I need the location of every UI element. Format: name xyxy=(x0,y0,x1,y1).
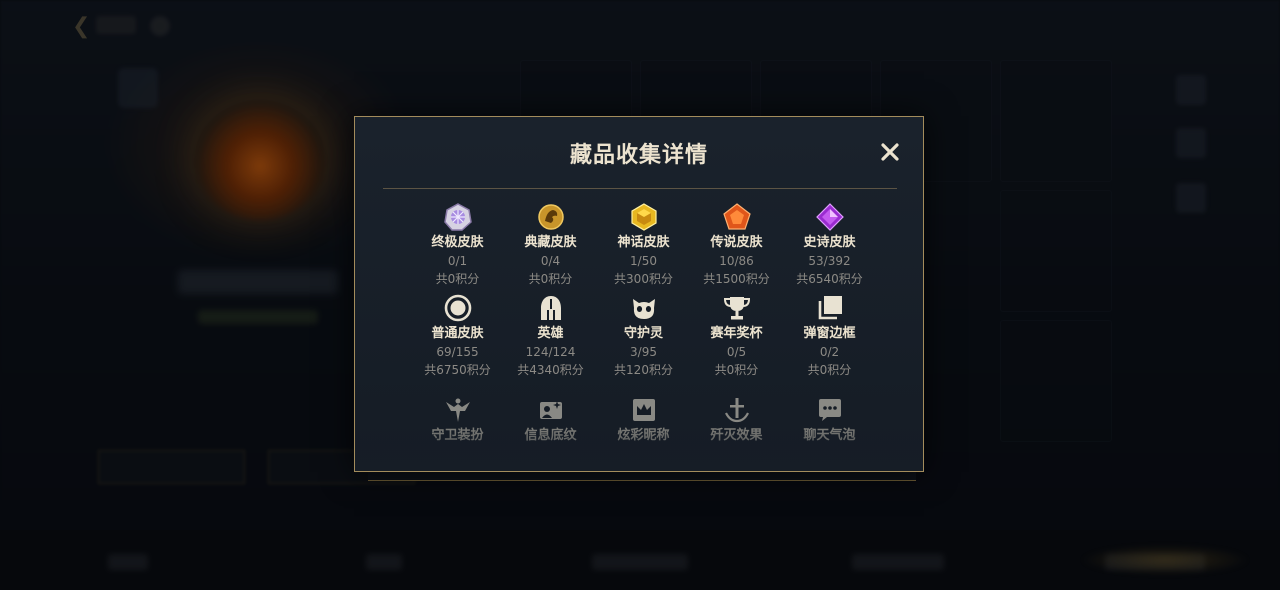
item-name: 史诗皮肤 xyxy=(803,235,856,250)
dialog-title: 藏品收集详情 xyxy=(569,143,708,168)
collection-item-standard[interactable]: 普通皮肤 69/155 共6750积分 xyxy=(411,293,504,378)
item-count: 0/1 xyxy=(447,254,468,268)
trophy-icon xyxy=(722,293,752,323)
item-points: 共120积分 xyxy=(614,363,673,377)
item-name: 传说皮肤 xyxy=(710,235,763,250)
item-points: 共4340积分 xyxy=(517,363,584,377)
collection-item-champion[interactable]: 英雄 124/124 共4340积分 xyxy=(504,293,597,378)
item-name: 信息底纹 xyxy=(524,428,577,443)
prestige-skin-icon xyxy=(536,202,566,232)
frame-icon xyxy=(815,293,845,323)
collection-item-ward[interactable]: 守卫装扮 xyxy=(411,395,504,444)
item-points: 共0积分 xyxy=(807,363,852,377)
pet-icon xyxy=(629,293,659,323)
collection-item-trophy[interactable]: 赛年奖杯 0/5 共0积分 xyxy=(690,293,783,378)
crown-icon xyxy=(629,395,659,425)
collection-item-nickname[interactable]: 炫彩昵称 xyxy=(597,395,690,444)
collection-item-banner[interactable]: 信息底纹 xyxy=(504,395,597,444)
collection-item-epic[interactable]: 史诗皮肤 53/392 共6540积分 xyxy=(783,202,876,287)
item-points: 共1500积分 xyxy=(703,272,770,286)
collection-item-frame[interactable]: 弹窗边框 0/2 共0积分 xyxy=(783,293,876,378)
ultimate-skin-icon xyxy=(443,202,473,232)
legendary-skin-icon xyxy=(722,202,752,232)
item-count: 1/50 xyxy=(630,254,657,268)
collection-item-finisher[interactable]: 歼灭效果 xyxy=(690,395,783,444)
card-icon xyxy=(536,395,566,425)
item-points: 共0积分 xyxy=(714,363,759,377)
item-count: 3/95 xyxy=(630,345,657,359)
item-count: 69/155 xyxy=(436,345,479,359)
collection-item-prestige[interactable]: 典藏皮肤 0/4 共0积分 xyxy=(504,202,597,287)
collection-details-dialog: 藏品收集详情 终极皮肤 0/1 共0积分 典藏皮肤 0/4 共0积分 神话皮肤 … xyxy=(354,116,924,472)
item-count: 0/4 xyxy=(540,254,561,268)
item-name: 普通皮肤 xyxy=(431,326,484,341)
collection-item-ultimate[interactable]: 终极皮肤 0/1 共0积分 xyxy=(411,202,504,287)
item-points: 共0积分 xyxy=(528,272,573,286)
chat-bubble-icon xyxy=(815,395,845,425)
collection-item-mythic[interactable]: 神话皮肤 1/50 共300积分 xyxy=(597,202,690,287)
item-count: 53/392 xyxy=(808,254,851,268)
ward-icon xyxy=(443,395,473,425)
item-name: 守护灵 xyxy=(623,326,663,341)
item-count: 0/5 xyxy=(726,345,747,359)
item-name: 守卫装扮 xyxy=(431,428,484,443)
mythic-skin-icon xyxy=(629,202,659,232)
item-name: 英雄 xyxy=(537,326,564,341)
item-points: 共300积分 xyxy=(614,272,673,286)
item-count: 124/124 xyxy=(525,345,576,359)
item-name: 赛年奖杯 xyxy=(710,326,763,341)
item-count: 0/2 xyxy=(819,345,840,359)
collection-item-legendary[interactable]: 传说皮肤 10/86 共1500积分 xyxy=(690,202,783,287)
item-name: 聊天气泡 xyxy=(803,428,856,443)
item-name: 终极皮肤 xyxy=(431,235,484,250)
title-divider xyxy=(383,188,897,189)
close-button[interactable] xyxy=(875,137,905,167)
collection-item-chat-bubble[interactable]: 聊天气泡 xyxy=(783,395,876,444)
sword-icon xyxy=(722,395,752,425)
item-points: 共0积分 xyxy=(435,272,480,286)
close-icon[interactable] xyxy=(875,137,905,167)
item-name: 弹窗边框 xyxy=(803,326,856,341)
item-name: 歼灭效果 xyxy=(710,428,763,443)
item-name: 炫彩昵称 xyxy=(617,428,670,443)
item-count: 10/86 xyxy=(719,254,754,268)
item-points: 共6540积分 xyxy=(796,272,863,286)
collection-item-guardian[interactable]: 守护灵 3/95 共120积分 xyxy=(597,293,690,378)
epic-skin-icon xyxy=(815,202,845,232)
item-name: 神话皮肤 xyxy=(617,235,670,250)
item-name: 典藏皮肤 xyxy=(524,235,577,250)
item-points: 共6750积分 xyxy=(424,363,491,377)
helmet-icon xyxy=(536,293,566,323)
standard-skin-icon xyxy=(443,293,473,323)
